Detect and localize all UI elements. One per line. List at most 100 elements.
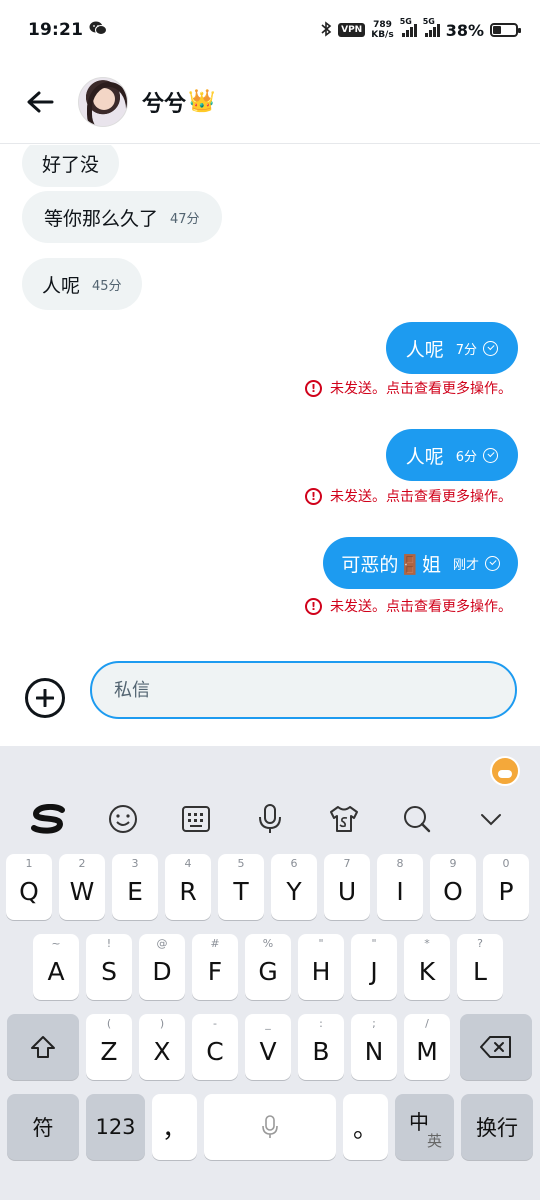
- keyboard-switch-button[interactable]: [174, 799, 218, 839]
- message-text: 人呢: [42, 274, 81, 297]
- key-w[interactable]: 2W: [59, 854, 105, 920]
- key-d[interactable]: @ D: [139, 934, 185, 1000]
- space-key[interactable]: [204, 1094, 336, 1160]
- message-time: 47分: [170, 211, 200, 227]
- key-label: N: [364, 1036, 384, 1066]
- battery-percent: 38%: [445, 20, 484, 40]
- sogou-logo-button[interactable]: [27, 799, 71, 839]
- add-media-button[interactable]: [25, 678, 65, 718]
- key-label: E: [127, 876, 143, 906]
- key-m[interactable]: / M: [404, 1014, 450, 1080]
- symbols-key-label: 符: [32, 1116, 54, 1140]
- key-hint: ;: [372, 1017, 376, 1030]
- signal-icon-2: 5G: [423, 17, 440, 37]
- key-s[interactable]: ! S: [86, 934, 132, 1000]
- key-label: C: [206, 1036, 224, 1066]
- send-error-text: 未发送。点击查看更多操作。: [330, 599, 512, 615]
- key-f[interactable]: # F: [192, 934, 238, 1000]
- key-j[interactable]: " J: [351, 934, 397, 1000]
- key-label: B: [312, 1036, 330, 1066]
- key-g[interactable]: % G: [245, 934, 291, 1000]
- arrow-left-icon: [27, 91, 54, 112]
- key-hint: 2: [78, 857, 86, 870]
- backspace-icon: [480, 1036, 511, 1058]
- emoji-button[interactable]: [101, 799, 145, 839]
- voice-input-button[interactable]: [248, 799, 292, 839]
- key-t[interactable]: 5T: [218, 854, 264, 920]
- key-l[interactable]: ? L: [457, 934, 503, 1000]
- back-button[interactable]: [20, 82, 60, 122]
- message-bubble-outgoing[interactable]: 人呢 6分: [385, 429, 518, 481]
- signal-icon-1: 5G: [400, 17, 417, 37]
- key-label: F: [207, 956, 223, 986]
- keyboard-icon: [182, 806, 211, 832]
- message-bubble-outgoing[interactable]: 可恶的🚪姐 刚才: [323, 537, 518, 589]
- symbols-key[interactable]: 符: [7, 1094, 79, 1160]
- key-a[interactable]: ~ A: [33, 934, 79, 1000]
- send-error-notice[interactable]: ! 未发送。点击查看更多操作。: [305, 486, 512, 506]
- key-u[interactable]: 7U: [324, 854, 370, 920]
- message-bubble-incoming[interactable]: 人呢 45分: [22, 258, 142, 310]
- key-o[interactable]: 9O: [430, 854, 476, 920]
- key-i[interactable]: 8I: [377, 854, 423, 920]
- message-bubble-incoming[interactable]: 好了没: [22, 145, 120, 187]
- key-hint: 6: [290, 857, 298, 870]
- error-icon: !: [305, 597, 322, 615]
- numbers-key[interactable]: 123: [86, 1094, 145, 1160]
- key-x[interactable]: ) X: [139, 1014, 185, 1080]
- comma-key[interactable]: ，: [152, 1094, 197, 1160]
- key-hint: 5: [237, 857, 245, 870]
- avatar[interactable]: [78, 76, 128, 127]
- message-input[interactable]: [90, 661, 517, 719]
- key-hint: 3: [131, 857, 139, 870]
- key-v[interactable]: _ V: [245, 1014, 291, 1080]
- message-list[interactable]: 好了没 等你那么久了 47分 人呢 45分 人呢 7分 ! 未发送。点击查看更多…: [0, 145, 540, 635]
- key-hint: (: [106, 1017, 112, 1030]
- key-hint: 9: [449, 857, 457, 870]
- key-b[interactable]: :B: [298, 1014, 344, 1080]
- key-h[interactable]: " H: [298, 934, 344, 1000]
- enter-key-label: 换行: [476, 1116, 518, 1140]
- key-z[interactable]: (Z: [86, 1014, 132, 1080]
- search-icon: [404, 806, 431, 833]
- key-label: Q: [19, 876, 39, 906]
- language-switch-key[interactable]: 中 英: [395, 1094, 454, 1160]
- key-n[interactable]: ; N: [351, 1014, 397, 1080]
- message-bubble-incoming[interactable]: 等你那么久了 47分: [22, 191, 222, 243]
- keyboard-mascot-icon[interactable]: [490, 756, 520, 786]
- backspace-key[interactable]: [460, 1014, 532, 1080]
- search-button[interactable]: [395, 799, 439, 839]
- contact-name[interactable]: 兮兮 👑: [142, 86, 215, 118]
- key-label: I: [396, 876, 404, 906]
- send-error-text: 未发送。点击查看更多操作。: [330, 489, 512, 505]
- key-label: K: [418, 956, 436, 986]
- plus-icon: [36, 689, 54, 707]
- key-c[interactable]: -C: [192, 1014, 238, 1080]
- message-bubble-outgoing[interactable]: 人呢 7分: [385, 322, 518, 374]
- error-icon: !: [305, 379, 322, 397]
- status-bar: 19:21 VPN 789 KB/s 5G 5G 38%: [0, 0, 540, 60]
- period-key[interactable]: 。: [343, 1094, 388, 1160]
- key-r[interactable]: 4R: [165, 854, 211, 920]
- key-p[interactable]: 0P: [483, 854, 529, 920]
- key-e[interactable]: 3E: [112, 854, 158, 920]
- keyboard: 1Q2W3E4R5T6Y7U8I9O0P ~ A! S @ D # F% G " H " J * K? L …: [0, 746, 540, 1200]
- check-circle-icon: [483, 447, 498, 463]
- send-error-notice[interactable]: ! 未发送。点击查看更多操作。: [305, 596, 512, 616]
- key-hint: 0: [502, 857, 510, 870]
- signal-label-2: 5G: [422, 17, 435, 26]
- contact-name-text: 兮兮: [142, 91, 187, 117]
- key-label: X: [153, 1036, 171, 1066]
- key-y[interactable]: 6Y: [271, 854, 317, 920]
- vpn-badge: VPN: [338, 23, 366, 37]
- shift-key[interactable]: [7, 1014, 79, 1080]
- key-q[interactable]: 1Q: [6, 854, 52, 920]
- send-error-notice[interactable]: ! 未发送。点击查看更多操作。: [305, 378, 512, 398]
- skin-button[interactable]: [322, 799, 366, 839]
- key-label: Y: [286, 876, 302, 906]
- chat-header: 兮兮 👑: [0, 60, 540, 144]
- collapse-keyboard-button[interactable]: [469, 799, 513, 839]
- key-k[interactable]: * K: [404, 934, 450, 1000]
- emoji-icon: [108, 805, 137, 833]
- enter-key[interactable]: 换行: [461, 1094, 533, 1160]
